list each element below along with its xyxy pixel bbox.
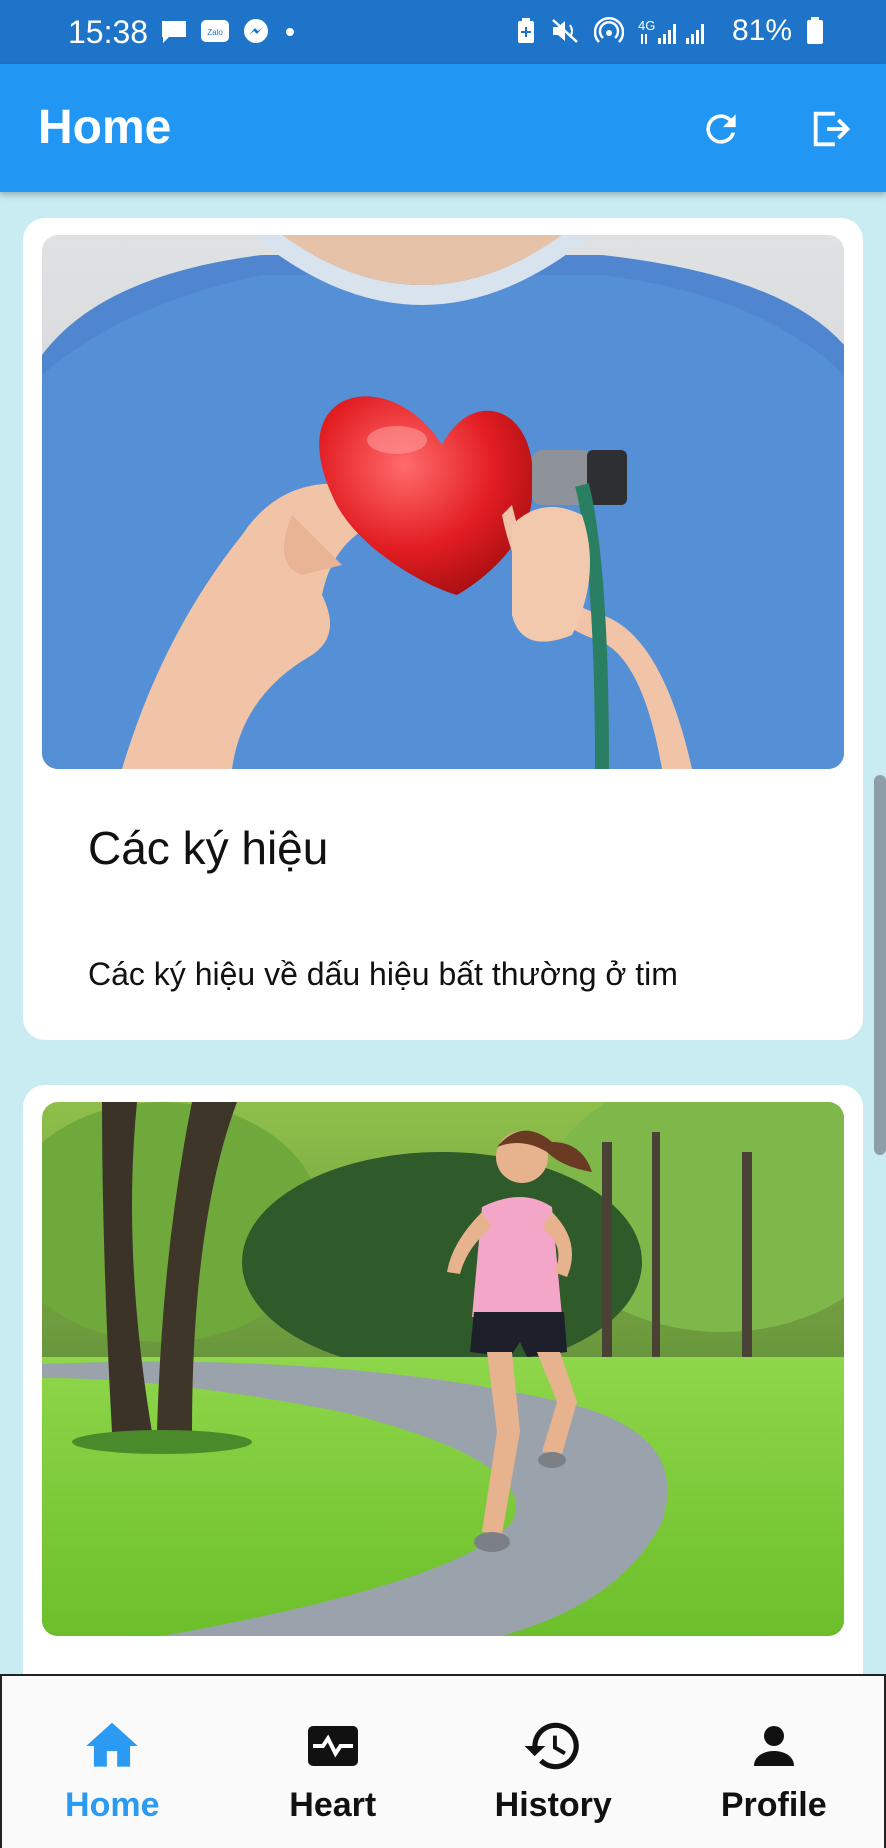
zalo-icon: Zalo (201, 20, 229, 42)
app-bar: Home (0, 64, 886, 192)
battery-saver-icon (517, 18, 534, 43)
network-type: 4G (638, 18, 655, 33)
hotspot-icon (593, 16, 624, 43)
article-card[interactable]: Các ký hiệu Các ký hiệu về dấu hiệu bất … (23, 218, 863, 1040)
mute-icon (552, 19, 578, 43)
heart-monitor-icon (301, 1714, 365, 1778)
battery-percent: 81% (731, 14, 792, 47)
messenger-icon (244, 19, 268, 43)
nav-item-heart[interactable]: Heart (223, 1676, 444, 1848)
person-icon (742, 1714, 806, 1778)
nav-item-profile[interactable]: Profile (664, 1676, 885, 1848)
dot-icon (286, 28, 294, 36)
logout-icon (813, 111, 851, 147)
refresh-icon (706, 114, 736, 144)
notification-icons: Zalo (160, 18, 298, 46)
card-image (42, 235, 844, 769)
chat-icon (162, 21, 186, 43)
logout-button[interactable] (806, 104, 856, 154)
nav-label: Profile (720, 1786, 827, 1824)
home-feed[interactable]: Các ký hiệu Các ký hiệu về dấu hiệu bất … (0, 192, 886, 1674)
card-title: Các ký hiệu (88, 822, 329, 874)
history-icon (521, 1714, 585, 1778)
status-time: 15:38 (68, 14, 149, 50)
nav-label: Home (65, 1786, 160, 1824)
refresh-button[interactable] (696, 104, 746, 154)
runner-park-illustration (42, 1102, 844, 1636)
bottom-navigation: Home Heart History Profile (0, 1674, 886, 1848)
signal-icon: 4G (638, 18, 704, 44)
page-title: Home (38, 101, 172, 154)
card-image (42, 1102, 844, 1636)
nav-item-home[interactable]: Home (2, 1676, 223, 1848)
card-description: Các ký hiệu về dấu hiệu bất thường ở tim (88, 956, 678, 992)
svg-text:Zalo: Zalo (207, 28, 223, 37)
home-icon (80, 1714, 144, 1778)
scrollbar[interactable] (874, 775, 886, 1155)
article-card[interactable] (23, 1085, 863, 1674)
system-status: 4G 81% (516, 14, 824, 48)
nav-label: Heart (289, 1786, 377, 1824)
nav-item-history[interactable]: History (443, 1676, 664, 1848)
status-bar: 15:38 Zalo 4G 81% (0, 0, 886, 64)
heart-stethoscope-illustration (42, 235, 844, 769)
nav-label: History (494, 1786, 612, 1824)
battery-icon (807, 17, 823, 44)
